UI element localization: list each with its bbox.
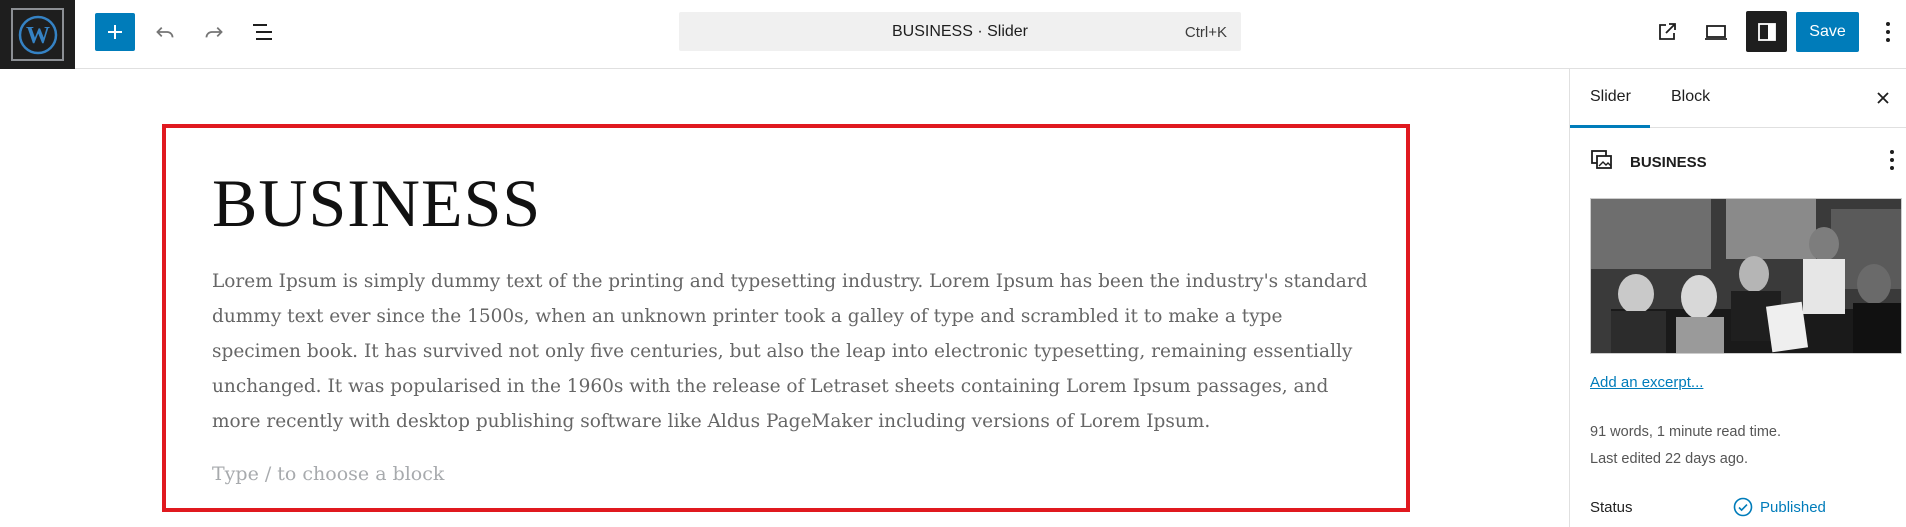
business-meeting-photo	[1591, 199, 1901, 353]
undo-button[interactable]	[147, 14, 183, 50]
post-heading[interactable]: BUSINESS	[212, 164, 541, 243]
external-view-icon	[1659, 23, 1676, 40]
desktop-preview-icon	[1705, 25, 1727, 40]
settings-toggle-button[interactable]	[1746, 11, 1787, 52]
plus-icon	[108, 25, 122, 39]
add-block-button[interactable]	[95, 13, 135, 51]
svg-text:W: W	[26, 23, 50, 49]
command-palette-bar[interactable]: BUSINESS · Slider Ctrl+K	[679, 12, 1241, 51]
editor-header: W BUSINESS · Slider Ctrl+K Save	[0, 0, 1906, 69]
wordpress-logo-icon: W	[11, 8, 64, 61]
editor-canvas: BUSINESS Lorem Ipsum is simply dummy tex…	[0, 69, 1569, 527]
add-excerpt-link[interactable]: Add an excerpt...	[1590, 374, 1703, 391]
save-button[interactable]: Save	[1796, 12, 1859, 52]
view-post-button[interactable]	[1649, 14, 1685, 50]
published-check-icon	[1733, 497, 1753, 517]
document-overview-button[interactable]	[246, 14, 282, 50]
post-card-header: BUSINESS	[1590, 149, 1900, 175]
status-value: Published	[1760, 498, 1826, 516]
status-label: Status	[1590, 499, 1633, 516]
selected-group-block[interactable]: BUSINESS Lorem Ipsum is simply dummy tex…	[162, 124, 1410, 512]
last-edited: Last edited 22 days ago.	[1590, 451, 1749, 467]
wordpress-logo-button[interactable]: W	[0, 0, 75, 69]
post-title: BUSINESS	[1630, 154, 1707, 171]
tab-block[interactable]: Block	[1671, 88, 1710, 106]
undo-icon	[156, 27, 174, 38]
close-sidebar-button[interactable]	[1868, 83, 1898, 113]
tab-slider[interactable]: Slider	[1590, 88, 1631, 106]
sidebar-tabs: Slider Block	[1570, 69, 1906, 128]
options-menu-button[interactable]	[1870, 14, 1906, 50]
block-inserter-placeholder[interactable]: Type / to choose a block	[212, 463, 444, 485]
more-vertical-icon	[1886, 22, 1890, 42]
more-vertical-icon	[1890, 150, 1894, 170]
slider-post-icon	[1591, 150, 1612, 169]
settings-sidebar: Slider Block BUSINESS Add an excerpt... …	[1569, 69, 1906, 527]
word-count: 91 words, 1 minute read time.	[1590, 424, 1782, 440]
command-shortcut: Ctrl+K	[1184, 24, 1227, 41]
close-icon	[1877, 92, 1889, 104]
post-paragraph[interactable]: Lorem Ipsum is simply dummy text of the …	[212, 264, 1372, 439]
active-tab-indicator	[1570, 125, 1650, 128]
redo-icon	[205, 27, 223, 38]
document-title: BUSINESS · Slider	[891, 23, 1029, 40]
sidebar-toggle-icon	[1757, 22, 1776, 41]
redo-button[interactable]	[196, 14, 232, 50]
device-preview-button[interactable]	[1698, 14, 1734, 50]
post-meta: 91 words, 1 minute read time. Last edite…	[1590, 419, 1781, 473]
status-button[interactable]: Published	[1733, 497, 1826, 517]
featured-image[interactable]	[1590, 198, 1902, 354]
list-view-icon	[253, 24, 272, 40]
post-actions-button[interactable]	[1888, 149, 1896, 176]
